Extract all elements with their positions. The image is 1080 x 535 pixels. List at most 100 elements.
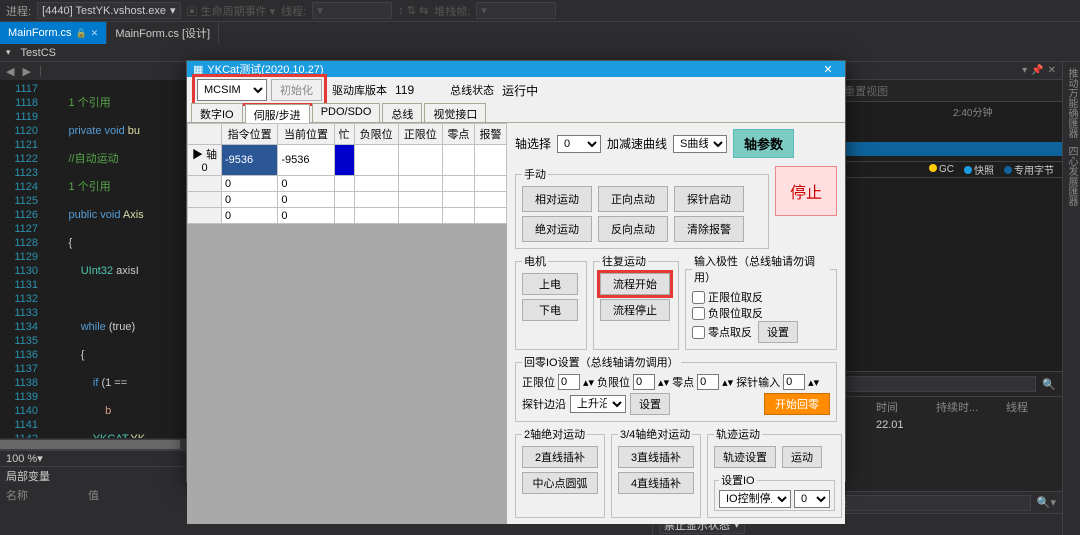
- traj-run-button[interactable]: 运动: [782, 446, 822, 468]
- dialog-title: YKCat测试(2020.10.27): [207, 61, 323, 77]
- stop-button[interactable]: 停止: [775, 166, 837, 216]
- recip-legend: 往复运动: [600, 253, 648, 269]
- accel-label: 加减速曲线: [607, 135, 667, 152]
- pin-icon[interactable]: 📌: [1031, 65, 1043, 76]
- lifecycle-events[interactable]: ▣ 生命周期事件 ▾: [187, 3, 276, 19]
- stackframe-combo[interactable]: ▾: [476, 2, 556, 19]
- power-on-button[interactable]: 上电: [522, 273, 578, 295]
- rail-item-b[interactable]: 四心发展匯器: [1064, 144, 1079, 208]
- table-row[interactable]: 00: [188, 176, 507, 192]
- manual-legend: 手动: [522, 166, 548, 182]
- nav-fwd-icon[interactable]: ▶: [22, 65, 30, 78]
- tab-bus[interactable]: 总线: [382, 103, 422, 122]
- motor-legend: 电机: [522, 253, 548, 269]
- probe-in-input[interactable]: [783, 374, 805, 390]
- polarity-legend: 输入极性（总线轴请勿调用）: [692, 253, 830, 285]
- io-ctrl-select[interactable]: IO控制停止: [719, 490, 791, 508]
- pos-lim-input[interactable]: [558, 374, 580, 390]
- legend-snapshot: 快照: [974, 166, 994, 177]
- neg-lim-input[interactable]: [633, 374, 655, 390]
- chevron-down-icon[interactable]: ▾: [6, 47, 11, 58]
- pin-icon[interactable]: 🔒: [76, 28, 87, 39]
- dialog-titlebar[interactable]: ▦ YKCat测试(2020.10.27) ✕: [187, 61, 845, 77]
- axis-grid[interactable]: 指令位置当前位置忙负限位正限位零点报警 ▶ 轴0 -9536 -9536 00 …: [187, 123, 507, 224]
- clear-alarm-button[interactable]: 清除报警: [674, 216, 744, 242]
- pos-limit-invert-check[interactable]: 正限位取反: [692, 289, 830, 305]
- bus-status-label: 总线状态: [450, 82, 494, 98]
- chevron-down-icon[interactable]: ▾: [1022, 65, 1027, 76]
- traj-legend: 轨迹运动: [714, 426, 762, 442]
- power-off-button[interactable]: 下电: [522, 299, 578, 321]
- io-set-legend: 设置IO: [719, 472, 757, 488]
- abs34-legend: 3/4轴绝对运动: [618, 426, 692, 442]
- line4-button[interactable]: 4直线插补: [618, 472, 694, 494]
- search-icon[interactable]: 🔍: [1042, 378, 1056, 391]
- bus-status: 运行中: [502, 82, 538, 99]
- close-icon[interactable]: ✕: [91, 28, 99, 39]
- locals-col-value: 值: [88, 487, 99, 503]
- rel-move-button[interactable]: 相对运动: [522, 186, 592, 212]
- table-row[interactable]: 00: [188, 192, 507, 208]
- tab-mainform-designer[interactable]: MainForm.cs [设计]: [107, 22, 219, 44]
- stack-icons[interactable]: ↕ ⇅ ⇆: [398, 4, 428, 17]
- table-row[interactable]: ▶ 轴0 -9536 -9536: [188, 145, 507, 176]
- probe-start-button[interactable]: 探针启动: [674, 186, 744, 212]
- debug-toolbar: 进程: [4440] TestYK.vshost.exe ▾ ▣ 生命周期事件 …: [0, 0, 1080, 22]
- abs2-legend: 2轴绝对运动: [522, 426, 587, 442]
- jog-rev-button[interactable]: 反向点动: [598, 216, 668, 242]
- locals-title: 局部变量: [6, 468, 50, 484]
- tab-pdo[interactable]: PDO/SDO: [312, 103, 381, 122]
- polarity-set-button[interactable]: 设置: [758, 321, 798, 343]
- home-io-legend: 回零IO设置（总线轴请勿调用）: [522, 354, 681, 370]
- jog-fwd-button[interactable]: 正向点动: [598, 186, 668, 212]
- flow-stop-button[interactable]: 流程停止: [600, 299, 670, 321]
- drv-ver: 119: [395, 83, 414, 97]
- neg-limit-invert-check[interactable]: 负限位取反: [692, 305, 830, 321]
- zero-input[interactable]: [697, 374, 719, 390]
- chevron-down-icon: ▾: [481, 4, 487, 17]
- line2-button[interactable]: 2直线插补: [522, 446, 598, 468]
- device-combo[interactable]: MCSIM: [197, 79, 267, 101]
- init-button[interactable]: 初始化: [271, 79, 322, 101]
- flow-start-button[interactable]: 流程开始: [600, 273, 670, 295]
- rail-item-a[interactable]: 推动万能确匯器: [1064, 66, 1079, 140]
- table-row[interactable]: 00: [188, 208, 507, 224]
- app-icon: ▦: [193, 63, 203, 76]
- axis-select[interactable]: 0: [557, 135, 601, 153]
- process-label: 进程:: [6, 3, 31, 19]
- testcs-tab[interactable]: TestCS: [15, 47, 62, 59]
- home-set-button[interactable]: 设置: [630, 393, 670, 415]
- process-combo[interactable]: [4440] TestYK.vshost.exe ▾: [37, 2, 180, 19]
- right-rail: 推动万能确匯器 四心发展匯器: [1062, 62, 1080, 535]
- zero-invert-check[interactable]: 零点取反: [692, 324, 752, 340]
- tab-mainform-cs[interactable]: MainForm.cs 🔒 ✕: [0, 22, 107, 44]
- tab-digital-io[interactable]: 数字IO: [191, 103, 243, 122]
- tab-servo[interactable]: 伺服/步进: [245, 104, 310, 123]
- probe-edge-select[interactable]: 上升沿: [570, 395, 626, 413]
- locals-col-name: 名称: [6, 487, 28, 503]
- ykcat-dialog: ▦ YKCat测试(2020.10.27) ✕ MCSIM 初始化 驱动库版本 …: [186, 60, 846, 482]
- close-icon[interactable]: ✕: [817, 63, 839, 76]
- close-icon[interactable]: ✕: [1048, 65, 1056, 76]
- document-tabs: MainForm.cs 🔒 ✕ MainForm.cs [设计]: [0, 22, 1080, 44]
- nav-back-icon[interactable]: ◀: [6, 65, 14, 78]
- line3-button[interactable]: 3直线插补: [618, 446, 694, 468]
- home-start-button[interactable]: 开始回零: [764, 393, 830, 415]
- chevron-down-icon: ▾: [317, 4, 323, 17]
- search-icon[interactable]: 🔍▾: [1037, 496, 1056, 509]
- line-gutter: 1117111811191120112111221123112411251126…: [0, 80, 44, 438]
- thread-combo[interactable]: ▾: [312, 2, 392, 19]
- arc-button[interactable]: 中心点圆弧: [522, 472, 598, 494]
- stackframe-label: 堆栈帧:: [434, 3, 470, 19]
- io-val-select[interactable]: 0: [794, 490, 830, 508]
- legend-gc: GC: [939, 164, 954, 175]
- traj-set-button[interactable]: 轨迹设置: [714, 446, 776, 468]
- axis-select-label: 轴选择: [515, 135, 551, 152]
- tab-vision[interactable]: 视觉接口: [424, 103, 486, 122]
- abs-move-button[interactable]: 绝对运动: [522, 216, 592, 242]
- axis-param-button[interactable]: 轴参数: [733, 129, 794, 158]
- chevron-down-icon: ▾: [170, 4, 176, 17]
- thread-label: 线程:: [281, 3, 306, 19]
- drv-ver-label: 驱动库版本: [332, 82, 387, 98]
- accel-select[interactable]: S曲线: [673, 135, 727, 153]
